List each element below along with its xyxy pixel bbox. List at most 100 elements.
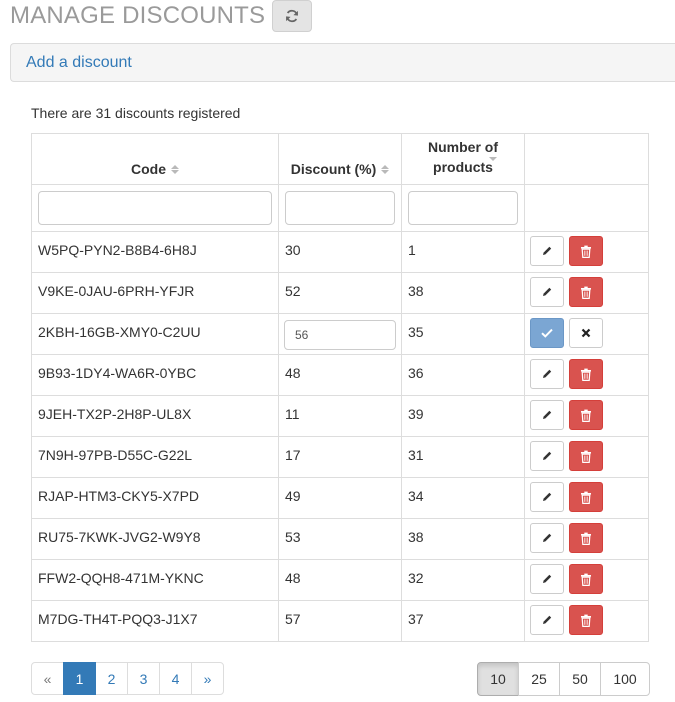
page-size-selector: 10 25 50 100 bbox=[477, 662, 650, 696]
page-4-button[interactable]: 4 bbox=[159, 662, 192, 695]
column-label-products-line1: Number of bbox=[428, 139, 498, 155]
table-header-row: Code Discount (%) Number of products bbox=[31, 133, 649, 185]
trash-icon bbox=[580, 245, 591, 258]
cell-discount: 11 bbox=[278, 395, 402, 437]
delete-button[interactable] bbox=[568, 277, 603, 307]
filter-row bbox=[31, 184, 649, 232]
cell-discount: 53 bbox=[278, 518, 402, 560]
filter-code-input[interactable] bbox=[38, 191, 272, 225]
discounts-table: Code Discount (%) Number of products W5P… bbox=[31, 133, 649, 642]
trash-icon bbox=[580, 409, 591, 422]
cell-products: 36 bbox=[401, 354, 525, 396]
cell-code: W5PQ-PYN2-B8B4-6H8J bbox=[31, 231, 279, 273]
pencil-icon bbox=[543, 246, 552, 255]
edit-button[interactable] bbox=[530, 605, 564, 635]
trash-icon bbox=[580, 491, 591, 504]
pagination: « 1 2 3 4 » bbox=[31, 662, 224, 695]
pencil-icon bbox=[543, 615, 552, 624]
cell-code: FFW2-QQH8-471M-YKNC bbox=[31, 559, 279, 601]
edit-button[interactable] bbox=[530, 359, 564, 389]
column-label-code: Code bbox=[131, 161, 166, 177]
delete-button[interactable] bbox=[568, 441, 603, 471]
pencil-icon bbox=[543, 533, 552, 542]
delete-button[interactable] bbox=[568, 523, 603, 553]
table-row: 9JEH-TX2P-2H8P-UL8X 11 39 bbox=[31, 395, 649, 437]
table-row: 9B93-1DY4-WA6R-0YBC 48 36 bbox=[31, 354, 649, 396]
confirm-button[interactable] bbox=[530, 318, 564, 348]
table-row: RU75-7KWK-JVG2-W9Y8 53 38 bbox=[31, 518, 649, 560]
trash-icon bbox=[580, 286, 591, 299]
edit-button[interactable] bbox=[530, 277, 564, 307]
pencil-icon bbox=[543, 287, 552, 296]
pencil-icon bbox=[543, 574, 552, 583]
cell-code: RJAP-HTM3-CKY5-X7PD bbox=[31, 477, 279, 519]
cell-code: M7DG-TH4T-PQQ3-J1X7 bbox=[31, 600, 279, 642]
cell-code: RU75-7KWK-JVG2-W9Y8 bbox=[31, 518, 279, 560]
edit-button[interactable] bbox=[530, 441, 564, 471]
table-row-editing: 2KBH-16GB-XMY0-C2UU 56 35 bbox=[31, 313, 649, 355]
page-2-button[interactable]: 2 bbox=[95, 662, 128, 695]
edit-button[interactable] bbox=[530, 236, 564, 266]
column-label-products-line2: products bbox=[433, 159, 493, 175]
page-1-button[interactable]: 1 bbox=[63, 662, 96, 695]
refresh-icon bbox=[286, 9, 299, 23]
cell-products: 1 bbox=[401, 231, 525, 273]
add-discount-link[interactable]: Add a discount bbox=[26, 54, 132, 72]
cell-discount: 49 bbox=[278, 477, 402, 519]
trash-icon bbox=[580, 368, 591, 381]
delete-button[interactable] bbox=[568, 605, 603, 635]
cell-code: 9JEH-TX2P-2H8P-UL8X bbox=[31, 395, 279, 437]
delete-button[interactable] bbox=[568, 564, 603, 594]
column-header-discount[interactable]: Discount (%) bbox=[278, 133, 402, 185]
edit-button[interactable] bbox=[530, 523, 564, 553]
table-row: W5PQ-PYN2-B8B4-6H8J 30 1 bbox=[31, 231, 649, 273]
pencil-icon bbox=[543, 369, 552, 378]
cell-discount: 48 bbox=[278, 559, 402, 601]
trash-icon bbox=[580, 532, 591, 545]
sort-icon bbox=[489, 157, 497, 161]
sort-icon bbox=[381, 164, 390, 174]
cell-code: V9KE-0JAU-6PRH-YFJR bbox=[31, 272, 279, 314]
column-label-discount: Discount (%) bbox=[290, 161, 377, 177]
cell-discount: 48 bbox=[278, 354, 402, 396]
delete-button[interactable] bbox=[568, 482, 603, 512]
delete-button[interactable] bbox=[568, 236, 603, 266]
table-row: 7N9H-97PB-D55C-G22L 17 31 bbox=[31, 436, 649, 478]
page-size-100-button[interactable]: 100 bbox=[600, 662, 650, 696]
table-row: M7DG-TH4T-PQQ3-J1X7 57 37 bbox=[31, 600, 649, 642]
refresh-button[interactable] bbox=[272, 0, 313, 32]
page-3-button[interactable]: 3 bbox=[127, 662, 160, 695]
add-discount-panel[interactable]: Add a discount bbox=[10, 43, 675, 82]
table-row: V9KE-0JAU-6PRH-YFJR 52 38 bbox=[31, 272, 649, 314]
table-row: FFW2-QQH8-471M-YKNC 48 32 bbox=[31, 559, 649, 601]
pencil-icon bbox=[543, 451, 552, 460]
cell-code: 9B93-1DY4-WA6R-0YBC bbox=[31, 354, 279, 396]
page-size-10-button[interactable]: 10 bbox=[477, 662, 519, 696]
delete-button[interactable] bbox=[568, 400, 603, 430]
edit-button[interactable] bbox=[530, 564, 564, 594]
edit-button[interactable] bbox=[530, 400, 564, 430]
discount-count: There are 31 discounts registered bbox=[31, 105, 241, 121]
close-icon bbox=[581, 328, 591, 338]
page-size-50-button[interactable]: 50 bbox=[559, 662, 601, 696]
filter-discount-input[interactable] bbox=[285, 191, 395, 225]
delete-button[interactable] bbox=[568, 359, 603, 389]
edit-button[interactable] bbox=[530, 482, 564, 512]
page-next-button[interactable]: » bbox=[191, 662, 224, 695]
cancel-button[interactable] bbox=[568, 318, 603, 348]
column-header-code[interactable]: Code bbox=[31, 133, 279, 185]
table-row: RJAP-HTM3-CKY5-X7PD 49 34 bbox=[31, 477, 649, 519]
filter-products-input[interactable] bbox=[408, 191, 518, 225]
column-header-actions bbox=[524, 133, 649, 185]
cell-products: 38 bbox=[401, 272, 525, 314]
page-size-25-button[interactable]: 25 bbox=[518, 662, 560, 696]
trash-icon bbox=[580, 450, 591, 463]
column-header-products[interactable]: Number of products bbox=[401, 133, 525, 185]
check-icon bbox=[541, 328, 553, 338]
cell-discount: 30 bbox=[278, 231, 402, 273]
page-prev-button[interactable]: « bbox=[31, 662, 64, 695]
trash-icon bbox=[580, 573, 591, 586]
cell-discount: 17 bbox=[278, 436, 402, 478]
cell-products: 35 bbox=[401, 313, 525, 355]
edit-discount-input[interactable]: 56 bbox=[284, 320, 396, 350]
